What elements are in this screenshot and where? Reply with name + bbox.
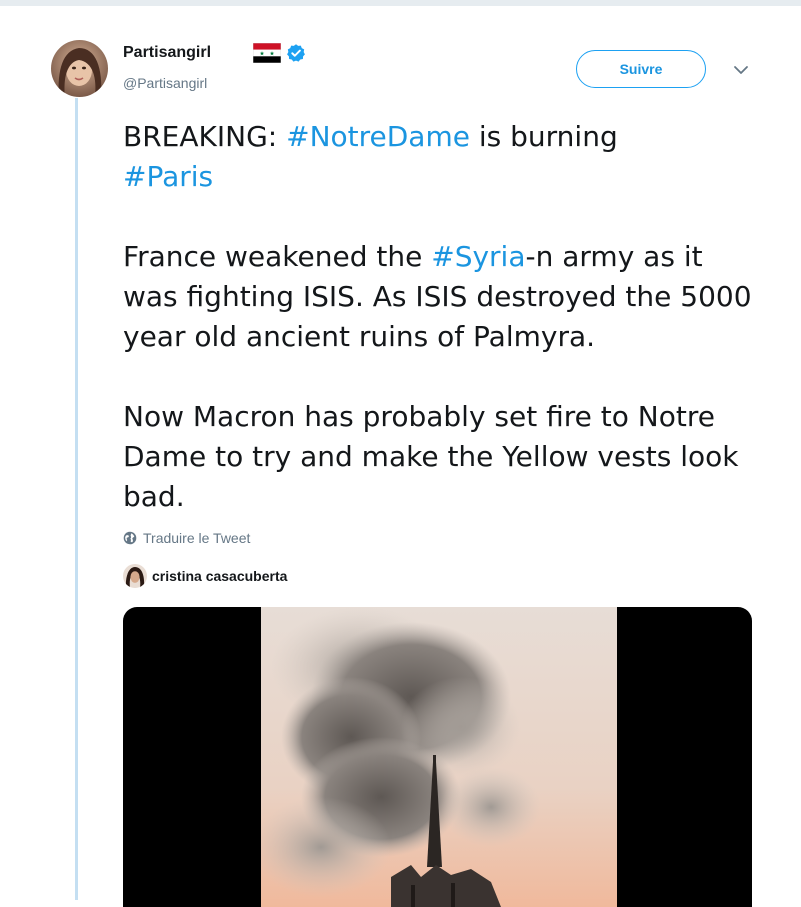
author-handle[interactable]: @Partisangirl: [123, 75, 207, 91]
card-top-border: [0, 0, 801, 6]
quoted-author-avatar[interactable]: [123, 564, 147, 588]
tweet-paragraph: France weakened the #Syria-n army as it …: [123, 237, 763, 357]
tweet-text-segment: Now Macron has probably set fire to Notr…: [123, 400, 739, 513]
tweet-text-segment: BREAKING:: [123, 120, 287, 153]
author-display-name[interactable]: Partisangirl: [123, 44, 211, 62]
video-player[interactable]: [123, 607, 752, 907]
follow-button[interactable]: Suivre: [576, 50, 706, 88]
tweet-text: BREAKING: #NotreDame is burning #Paris Fra…: [123, 117, 763, 517]
translate-tweet-link[interactable]: Traduire le Tweet: [123, 530, 250, 546]
quoted-author[interactable]: cristina casacuberta: [123, 564, 287, 588]
author-avatar[interactable]: [51, 40, 108, 97]
quoted-author-name: cristina casacuberta: [152, 568, 288, 584]
translate-label: Traduire le Tweet: [143, 530, 251, 546]
globe-icon: [123, 531, 137, 545]
hashtag-link[interactable]: #Paris: [123, 160, 213, 193]
tweet-paragraph: BREAKING: #NotreDame is burning #Paris: [123, 117, 763, 197]
tweet-text-segment: is burning: [469, 120, 618, 153]
hashtag-link[interactable]: #Syria: [431, 240, 525, 273]
tweet-text-segment: France weakened the: [123, 240, 432, 273]
tweet-paragraph: Now Macron has probably set fire to Notr…: [123, 397, 763, 517]
chevron-down-icon[interactable]: [733, 63, 749, 77]
verified-badge-icon: [287, 44, 305, 62]
syria-flag-icon: [253, 43, 281, 63]
thread-line: [75, 98, 78, 900]
video-thumbnail: [261, 607, 617, 907]
tweet-card: Partisangirl @Partisangirl Suivre BREAKI…: [0, 0, 801, 907]
hashtag-link[interactable]: #NotreDame: [286, 120, 470, 153]
